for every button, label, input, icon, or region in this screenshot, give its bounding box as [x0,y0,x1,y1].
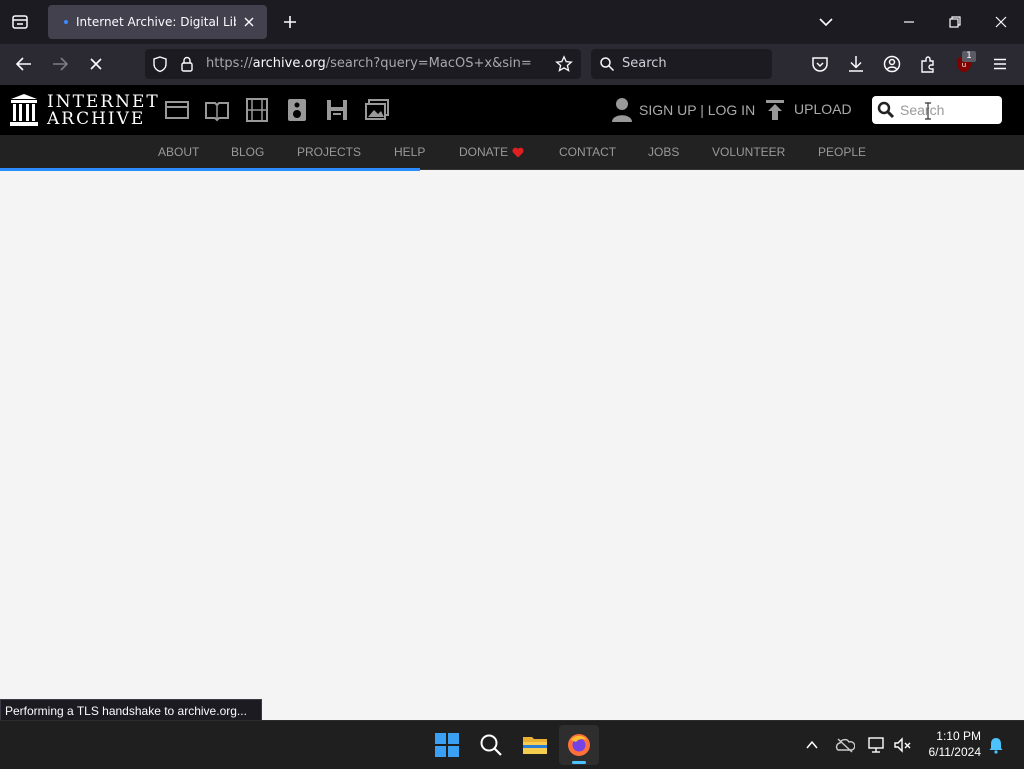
logo-line2: ARCHIVE [47,109,146,129]
audio-icon[interactable] [284,97,310,123]
url-text: https://archive.org/search?query=MacOS+x… [206,49,532,79]
archive-building-icon [10,94,38,126]
status-text: Performing a TLS handshake to archive.or… [0,699,262,721]
pocket-icon[interactable] [809,53,831,75]
nav-blog[interactable]: BLOG [231,135,264,169]
search-icon [599,56,615,72]
url-path: /search?query=MacOS+x&sin= [325,56,532,71]
stop-loading-button[interactable] [80,48,112,80]
software-icon[interactable] [324,97,350,123]
nav-people[interactable]: PEOPLE [818,135,866,169]
ia-search-input[interactable]: Search [872,96,1002,124]
page-content-area [0,171,1024,699]
web-icon[interactable] [164,97,190,123]
user-icon[interactable] [611,97,633,123]
nav-about[interactable]: ABOUT [158,135,199,169]
notification-bell-icon[interactable] [987,736,1005,754]
loading-indicator-icon [64,20,68,24]
signup-login-link[interactable]: SIGN UP | LOG IN [639,102,755,118]
account-icon[interactable] [881,53,903,75]
heart-icon [512,147,524,158]
firefox-taskbar-button[interactable] [559,725,599,765]
new-tab-button[interactable] [274,6,306,38]
bookmark-star-icon[interactable] [555,55,573,73]
chevron-up-icon[interactable] [803,736,821,754]
taskbar: 1:10 PM 6/11/2024 [0,720,1024,769]
nav-contact[interactable]: CONTACT [559,135,616,169]
nav-volunteer[interactable]: VOLUNTEER [712,135,785,169]
texts-icon[interactable] [204,97,230,123]
menu-hamburger-icon[interactable] [989,53,1011,75]
upload-icon[interactable] [764,98,786,122]
tab-title: Internet Archive: Digital Library [76,15,236,29]
taskbar-search-icon[interactable] [478,732,504,758]
active-app-indicator [572,761,586,764]
chevron-down-icon[interactable] [810,6,842,38]
search-placeholder: Search [622,56,667,71]
clock-time: 1:10 PM [936,729,981,743]
forward-button[interactable] [44,48,76,80]
tab-internet-archive[interactable]: Internet Archive: Digital Library [48,5,267,39]
extension-badge: 1 [962,51,976,62]
back-button[interactable] [8,48,40,80]
nav-projects[interactable]: PROJECTS [297,135,361,169]
system-clock[interactable]: 1:10 PM 6/11/2024 [929,728,982,760]
network-icon[interactable] [867,736,887,754]
images-icon[interactable] [364,97,390,123]
svg-text:u: u [962,61,966,69]
browser-search-bar[interactable]: Search [591,49,772,79]
video-icon[interactable] [244,97,270,123]
clock-date: 6/11/2024 [928,745,982,759]
nav-jobs[interactable]: JOBS [648,135,679,169]
file-explorer-icon[interactable] [522,732,548,758]
close-window-button[interactable] [985,6,1017,38]
ia-search-placeholder: Search [900,102,945,118]
lock-icon[interactable] [178,55,196,73]
start-windows-icon[interactable] [434,732,460,758]
extensions-puzzle-icon[interactable] [917,53,939,75]
upload-link[interactable]: UPLOAD [794,101,852,117]
url-prefix: https:// [206,56,253,71]
minimize-button[interactable] [893,6,925,38]
tracking-protection-shield-icon[interactable] [151,55,169,73]
nav-donate[interactable]: DONATE [459,135,508,169]
url-bar[interactable]: https://archive.org/search?query=MacOS+x… [145,49,581,79]
onedrive-offline-icon[interactable] [835,736,855,754]
downloads-icon[interactable] [845,53,867,75]
ia-header: INTERNET ARCHIVE SIGN UP | LOG IN UPLOAD [0,85,1024,135]
close-tab-icon[interactable] [241,14,257,30]
tab-bar: Internet Archive: Digital Library [0,0,1024,44]
restore-button[interactable] [939,6,971,38]
firefox-icon [566,732,592,758]
magnifier-icon[interactable] [877,101,895,119]
ia-nav-bar: ABOUT BLOG PROJECTS HELP DONATE CONTACT … [0,135,1024,170]
url-host: archive.org [252,56,326,71]
nav-help[interactable]: HELP [394,135,425,169]
volume-muted-icon[interactable] [893,736,913,754]
list-all-tabs-icon[interactable] [4,6,36,38]
text-cursor-icon [924,102,932,120]
